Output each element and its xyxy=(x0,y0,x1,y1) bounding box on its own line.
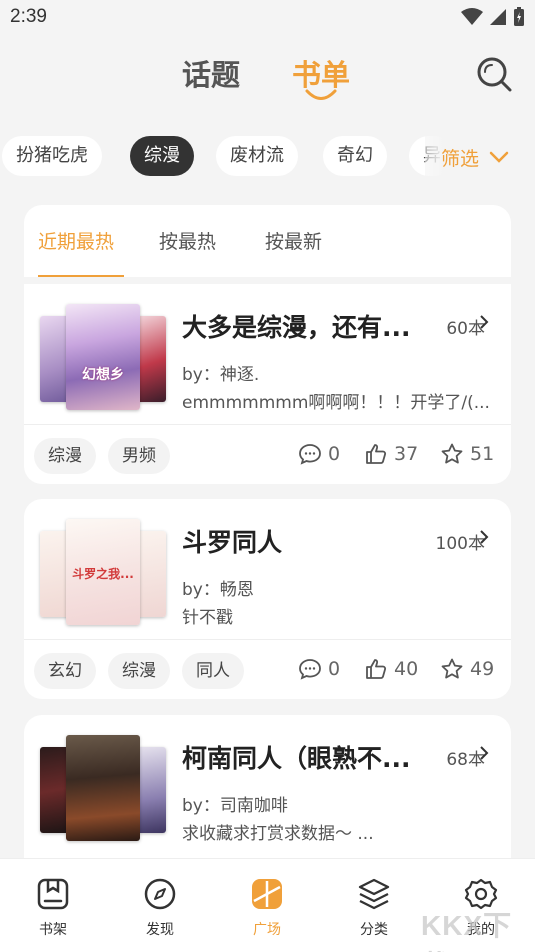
wifi-icon xyxy=(461,8,483,25)
sort-bar: 近期最热 按最热 按最新 xyxy=(24,205,511,277)
nav-square[interactable]: 广场 xyxy=(237,877,297,939)
nav-label: 发现 xyxy=(146,922,174,938)
nav-category[interactable]: 分类 xyxy=(344,877,404,939)
tag-chip[interactable]: 奇幻 xyxy=(323,136,387,176)
booklist-count: 100本 xyxy=(435,534,485,554)
divider xyxy=(24,424,511,425)
booklist-author: by：司南咖啡 xyxy=(182,796,288,816)
favorite-count: 49 xyxy=(470,658,495,680)
booklist-tag[interactable]: 玄幻 xyxy=(34,653,96,689)
like-count: 40 xyxy=(394,658,419,680)
booklist-title: 大多是综漫，还有... xyxy=(182,313,411,342)
book-cover xyxy=(136,531,166,617)
compass-icon xyxy=(144,878,176,910)
comment-icon xyxy=(299,659,321,680)
filter-button[interactable]: 筛选 xyxy=(425,136,535,178)
tag-filter-row: 扮猪吃虎 综漫 废材流 奇幻 异 筛选 xyxy=(0,136,535,178)
thumbs-up-icon xyxy=(366,659,387,679)
thumbs-up-icon xyxy=(366,444,387,464)
booklist-description: 针不戳 xyxy=(182,608,233,628)
status-bar: 2:39 xyxy=(0,0,535,36)
sort-recent-hot[interactable]: 近期最热 xyxy=(38,227,114,254)
book-cover xyxy=(136,747,166,833)
square-icon xyxy=(252,879,282,909)
tab-topics[interactable]: 话题 xyxy=(182,52,240,94)
chevron-right-icon xyxy=(480,530,489,544)
booklist-card[interactable]: 幻想乡 大多是综漫，还有... 60本 by：神逐. emmmmmmm啊啊啊！！… xyxy=(24,284,511,484)
booklist-covers xyxy=(40,735,168,841)
chevron-right-icon xyxy=(480,746,489,760)
watermark-text: KKX下载 xyxy=(421,910,513,952)
favorite-stat[interactable]: 51 xyxy=(440,442,494,466)
search-icon[interactable] xyxy=(474,54,514,94)
filter-label: 筛选 xyxy=(441,147,480,170)
booklist-author: by：神逐. xyxy=(182,365,260,385)
booklist-title: 斗罗同人 xyxy=(182,528,283,557)
nav-label: 书架 xyxy=(39,922,67,938)
signal-icon xyxy=(490,9,506,25)
chevron-right-icon xyxy=(480,315,489,329)
booklist-description: 求收藏求打赏求数据～ ... xyxy=(182,824,374,844)
chevron-down-icon xyxy=(489,151,509,163)
like-stat[interactable]: 37 xyxy=(364,442,418,466)
booklist-card[interactable]: 柯南同人（眼熟不... 68本 by：司南咖啡 求收藏求打赏求数据～ ... xyxy=(24,715,511,875)
battery-icon xyxy=(514,7,524,26)
booklist-title: 柯南同人（眼熟不... xyxy=(182,744,411,773)
booklist-description: emmmmmmm啊啊啊！！！开学了/(... xyxy=(182,393,490,413)
bookshelf-icon xyxy=(37,878,69,910)
booklist-tag[interactable]: 男频 xyxy=(108,438,170,474)
sort-hottest[interactable]: 按最热 xyxy=(159,227,216,254)
nav-bookshelf[interactable]: 书架 xyxy=(23,877,83,939)
like-count: 37 xyxy=(394,443,419,465)
divider xyxy=(24,639,511,640)
tag-chip-active[interactable]: 综漫 xyxy=(130,136,194,176)
booklist-covers: 斗罗之我... xyxy=(40,519,168,625)
book-cover xyxy=(136,316,166,402)
header: 话题 书单 xyxy=(0,36,535,118)
cover-title: 斗罗之我... xyxy=(72,567,134,581)
book-cover: 幻想乡 xyxy=(66,304,140,410)
comment-stat[interactable]: 0 xyxy=(298,657,340,681)
book-cover xyxy=(66,735,140,841)
star-icon xyxy=(441,658,463,679)
status-time: 2:39 xyxy=(10,6,47,27)
booklist-tag[interactable]: 综漫 xyxy=(34,438,96,474)
booklist-card[interactable]: 斗罗之我... 斗罗同人 100本 by：畅恩 针不戳 玄幻 综漫 同人 0 4… xyxy=(24,499,511,699)
booklist-tag[interactable]: 同人 xyxy=(182,653,244,689)
active-tab-indicator xyxy=(305,89,337,100)
favorite-count: 51 xyxy=(470,443,495,465)
book-cover: 斗罗之我... xyxy=(66,519,140,625)
booklist-covers: 幻想乡 xyxy=(40,304,168,410)
tag-chip[interactable]: 扮猪吃虎 xyxy=(2,136,102,176)
layers-icon xyxy=(358,878,390,910)
sort-newest[interactable]: 按最新 xyxy=(265,227,322,254)
status-icons xyxy=(461,7,525,27)
booklist-tag[interactable]: 综漫 xyxy=(108,653,170,689)
watermark: KKX下载 xyxy=(415,890,535,952)
comment-icon xyxy=(299,444,321,465)
bottom-navigation: 书架 发现 广场 分类 我的 KKX下载 xyxy=(0,858,535,952)
like-stat[interactable]: 40 xyxy=(364,657,418,681)
comment-count: 0 xyxy=(328,443,341,465)
favorite-stat[interactable]: 49 xyxy=(440,657,494,681)
comment-stat[interactable]: 0 xyxy=(298,442,340,466)
nav-label: 广场 xyxy=(253,922,281,938)
comment-count: 0 xyxy=(328,658,341,680)
booklist-author: by：畅恩 xyxy=(182,580,254,600)
star-icon xyxy=(441,443,463,464)
nav-discover[interactable]: 发现 xyxy=(130,877,190,939)
sort-active-underline xyxy=(38,275,124,277)
tag-chip[interactable]: 废材流 xyxy=(216,136,298,176)
cover-title: 幻想乡 xyxy=(82,367,124,383)
nav-label: 分类 xyxy=(360,922,388,938)
